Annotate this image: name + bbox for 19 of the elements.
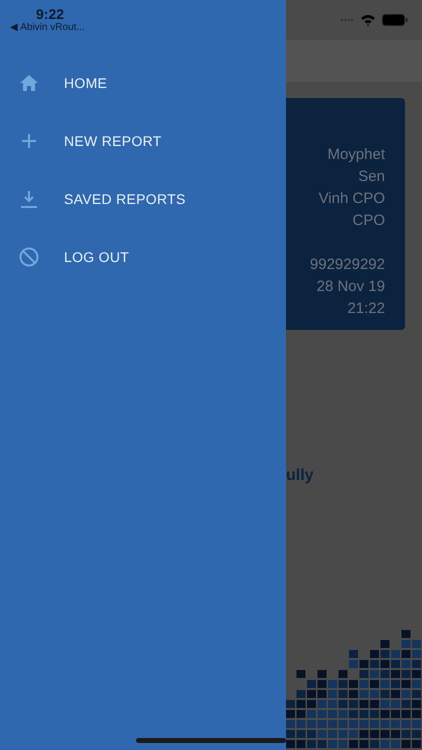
home-icon [18, 72, 40, 94]
card-text: 21:22 [347, 299, 385, 319]
card-text: 992929292 [310, 255, 385, 275]
wifi-icon [360, 14, 376, 26]
status-time: 9:22 [36, 7, 66, 22]
menu-item[interactable]: SAVED REPORTS [64, 191, 186, 207]
card-text: CPO [352, 211, 385, 231]
card-text: Sen [358, 167, 385, 187]
menu-item[interactable]: NEW REPORT [64, 133, 162, 149]
battery-icon [382, 14, 408, 26]
download-icon [18, 188, 40, 210]
status-message: ully [286, 467, 315, 485]
card-text: Vinh CPO [318, 189, 385, 209]
menu-item[interactable]: HOME [64, 75, 108, 91]
card-text: 28 Nov 19 [316, 277, 385, 297]
menu-item[interactable]: LOG OUT [64, 249, 130, 265]
block-icon [18, 246, 40, 268]
back-link[interactable]: ◀ Abivin vRout... [10, 22, 286, 34]
card-text: Moyphet [327, 145, 385, 165]
